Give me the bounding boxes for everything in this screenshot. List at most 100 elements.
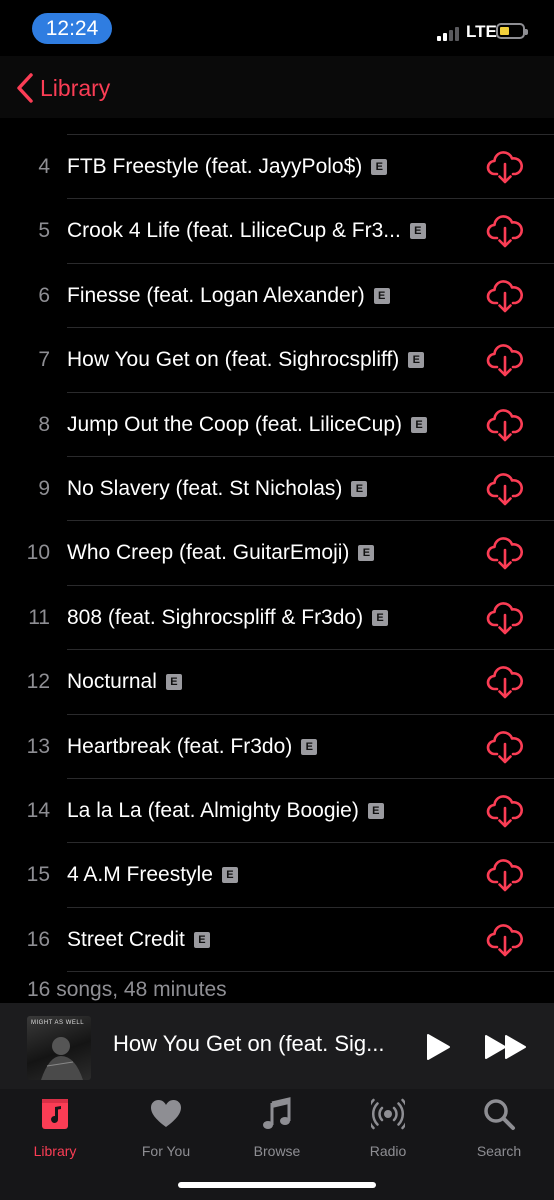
track-title: Heartbreak (feat. Fr3do): [67, 734, 293, 758]
library-icon: [42, 1099, 68, 1129]
download-cloud-icon[interactable]: [486, 471, 524, 507]
explicit-badge: E: [411, 416, 427, 433]
explicit-badge: E: [409, 223, 426, 240]
track-title-group: How You Get on (feat. Sighrocspliff) E: [67, 328, 425, 392]
tab-library[interactable]: Library: [0, 1097, 110, 1161]
download-cloud-icon[interactable]: [486, 535, 524, 571]
home-indicator: [178, 1182, 376, 1188]
fast-forward-icon[interactable]: [484, 1034, 528, 1060]
explicit-badge: E: [165, 674, 182, 691]
track-number: 14: [26, 799, 50, 822]
download-cloud-icon[interactable]: [486, 278, 524, 314]
track-number: 4: [38, 155, 50, 178]
track-row[interactable]: 8 Jump Out the Coop (feat. LiliceCup) E: [0, 393, 554, 457]
track-row[interactable]: 7 How You Get on (feat. Sighrocspliff) E: [0, 328, 554, 392]
track-row[interactable]: 11 808 (feat. Sighrocspliff & Fr3do) E: [0, 586, 554, 650]
track-title-group: 4 A.M Freestyle E: [67, 843, 238, 907]
track-title: How You Get on (feat. Sighrocspliff): [67, 348, 400, 372]
heart-icon: [151, 1100, 181, 1127]
tab-label: Search: [476, 1143, 522, 1159]
chevron-left-icon: [17, 73, 33, 103]
explicit-badge: E: [367, 803, 384, 819]
track-row[interactable]: 6 Finesse (feat. Logan Alexander) E: [0, 264, 554, 328]
nav-bar: Library: [0, 56, 554, 118]
track-row[interactable]: 9 No Slavery (feat. St Nicholas) E: [0, 457, 554, 521]
explicit-badge: E: [371, 159, 388, 175]
track-title-group: Crook 4 Life (feat. LiliceCup & Fr3... E: [67, 199, 426, 263]
explicit-badge: E: [301, 738, 318, 755]
explicit-badge: E: [358, 545, 375, 562]
track-row[interactable]: 14 La la La (feat. Almighty Boogie) E: [0, 779, 554, 843]
tab-label: Radio: [369, 1143, 407, 1159]
album-artwork[interactable]: MIGHT AS WELL: [27, 1016, 91, 1080]
track-row[interactable]: 16 Street Credit E: [0, 908, 554, 972]
download-cloud-icon[interactable]: [486, 213, 524, 249]
track-title-group: Jump Out the Coop (feat. LiliceCup) E: [67, 393, 427, 457]
track-title-group: No Slavery (feat. St Nicholas) E: [67, 457, 368, 521]
music-note-icon: [263, 1097, 291, 1129]
track-title: La la La (feat. Almighty Boogie): [67, 799, 359, 822]
track-row[interactable]: 5 Crook 4 Life (feat. LiliceCup & Fr3... E: [0, 199, 554, 263]
tab-browse[interactable]: Browse: [222, 1097, 332, 1161]
battery-icon: [496, 23, 528, 39]
track-title: 808 (feat. Sighrocspliff & Fr3do): [67, 605, 364, 629]
track-title-group: Finesse (feat. Logan Alexander) E: [67, 264, 390, 328]
status-time: 12:24: [32, 13, 112, 44]
search-icon: [484, 1099, 515, 1130]
back-label: Library: [40, 74, 111, 101]
track-number: 9: [38, 477, 50, 500]
track-row[interactable]: 12 Nocturnal E: [0, 650, 554, 714]
track-number: 12: [26, 670, 50, 694]
network-type: LTE: [466, 22, 497, 41]
download-cloud-icon[interactable]: [486, 857, 524, 893]
status-bar: 12:24 LTE: [0, 0, 554, 56]
back-button[interactable]: Library: [14, 72, 110, 104]
track-title: Jump Out the Coop (feat. LiliceCup): [67, 412, 402, 436]
track-title: 4 A.M Freestyle: [67, 863, 213, 887]
explicit-badge: E: [351, 481, 368, 497]
album-summary: 16 songs, 48 minutes: [27, 978, 227, 1001]
track-title-group: Who Creep (feat. GuitarEmoji) E: [67, 521, 375, 585]
explicit-badge: E: [373, 287, 390, 304]
track-row[interactable]: 15 4 A.M Freestyle E: [0, 843, 554, 907]
track-title: Who Creep (feat. GuitarEmoji): [67, 541, 350, 565]
track-title: FTB Freestyle (feat. JayyPolo$): [67, 155, 363, 178]
track-number: 16: [26, 927, 50, 951]
tab-radio[interactable]: Radio: [333, 1097, 443, 1161]
mini-player[interactable]: MIGHT AS WELL How You Get on (feat. Sig.…: [0, 1003, 554, 1089]
play-icon[interactable]: [425, 1033, 451, 1061]
tab-label: Browse: [253, 1143, 301, 1159]
track-number: 5: [38, 219, 50, 243]
track-number: 13: [26, 734, 50, 758]
download-cloud-icon[interactable]: [486, 342, 524, 378]
track-number: 8: [38, 412, 50, 436]
track-number: 6: [38, 283, 50, 307]
track-title-group: La la La (feat. Almighty Boogie) E: [67, 779, 384, 843]
explicit-badge: E: [372, 609, 389, 626]
download-cloud-icon[interactable]: [486, 793, 524, 829]
track-number: 15: [26, 863, 50, 887]
radio-icon: [371, 1098, 405, 1130]
download-cloud-icon[interactable]: [486, 600, 524, 636]
explicit-badge: E: [408, 352, 425, 369]
download-cloud-icon[interactable]: [486, 729, 524, 765]
track-row[interactable]: 4 FTB Freestyle (feat. JayyPolo$) E: [0, 135, 554, 199]
download-cloud-icon[interactable]: [486, 922, 524, 958]
track-title: Finesse (feat. Logan Alexander): [67, 283, 365, 307]
track-number: 7: [38, 348, 50, 372]
download-cloud-icon[interactable]: [486, 407, 524, 443]
row-divider: [67, 971, 554, 973]
track-title-group: Heartbreak (feat. Fr3do) E: [67, 715, 318, 779]
cellular-signal-icon: [437, 24, 463, 41]
track-row[interactable]: 13 Heartbreak (feat. Fr3do) E: [0, 715, 554, 779]
track-row[interactable]: 10 Who Creep (feat. GuitarEmoji) E: [0, 521, 554, 585]
download-cloud-icon[interactable]: [486, 149, 524, 185]
download-cloud-icon[interactable]: [486, 664, 524, 700]
track-title-group: Street Credit E: [67, 908, 210, 972]
now-playing-title[interactable]: How You Get on (feat. Sig...: [113, 1031, 385, 1057]
track-number: 11: [28, 605, 50, 629]
tab-search[interactable]: Search: [444, 1097, 554, 1161]
track-number: 10: [26, 541, 50, 565]
tab-for-you[interactable]: For You: [111, 1097, 221, 1161]
track-title-group: Nocturnal E: [67, 650, 182, 714]
